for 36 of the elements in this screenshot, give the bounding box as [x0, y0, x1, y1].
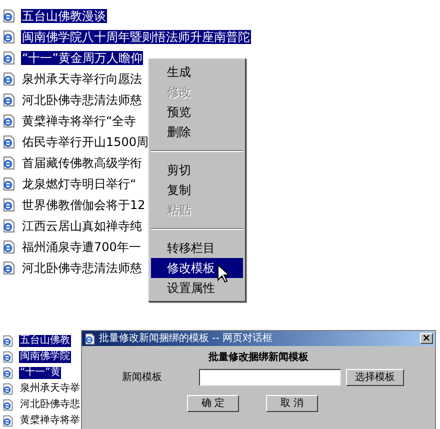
news-title[interactable]: 江西云居山真如禅寺纯	[21, 218, 143, 232]
cancel-button[interactable]: 取 消	[266, 395, 318, 412]
news-title[interactable]: 闽南佛学院	[19, 351, 71, 363]
ok-button[interactable]: 确 定	[187, 395, 239, 412]
dialog-heading: 批量修改捆绑新闻模板	[207, 350, 310, 365]
menu-item[interactable]: 剪切	[151, 160, 243, 180]
menu-item[interactable]: 复制	[151, 180, 243, 200]
news-title[interactable]: “十一”黄金周万人瞻仰	[21, 50, 144, 64]
news-title[interactable]: 河北卧佛寺悲清法师慈	[21, 260, 143, 274]
menu-item[interactable]: 生成	[151, 62, 243, 82]
news-title[interactable]: 首届藏传佛教高级学衔	[21, 156, 143, 170]
news-title[interactable]: 佑民寺举行开山1500周	[21, 134, 150, 148]
news-title[interactable]: “十一”黄	[19, 367, 62, 379]
news-title[interactable]: 福州涌泉寺遭700年一	[21, 240, 142, 254]
dialog-title: 批量修改新闻捆绑的模板 -- 网页对话框	[99, 334, 273, 344]
template-field[interactable]	[199, 369, 341, 386]
news-title[interactable]: 闽南佛学院八十周年暨则悟法师升座南普陀	[21, 30, 251, 44]
news-title[interactable]: 黄檗禅寺将举行“全寺	[21, 114, 138, 128]
news-title[interactable]: 河北卧佛寺悲清法师慈	[21, 92, 143, 106]
field-label: 新闻模板	[122, 370, 163, 385]
document-icon	[84, 332, 96, 344]
news-title[interactable]: 泉州承天寺举	[19, 383, 81, 395]
menu-item[interactable]: 删除	[151, 122, 243, 142]
news-title[interactable]: 五台山佛教漫谈	[21, 8, 107, 22]
news-title[interactable]: 龙泉燃灯寺明日举行“	[21, 176, 138, 190]
news-title[interactable]: 泉州承天寺举行向愿法	[21, 72, 143, 86]
menu-item[interactable]: 设置属性	[151, 278, 243, 298]
news-title[interactable]: 黄檗禅寺将举	[19, 415, 81, 427]
news-title[interactable]: 五台山佛教	[19, 335, 71, 347]
news-title[interactable]: 河北卧佛寺悲	[19, 399, 81, 411]
close-button[interactable]: ×	[420, 333, 433, 344]
menu-item[interactable]: 预览	[151, 102, 243, 122]
news-title[interactable]: 世界佛教僧伽会将于12	[21, 198, 146, 212]
choose-template-button[interactable]: 选择模板	[346, 369, 404, 386]
cursor-icon	[217, 264, 230, 283]
menu-item[interactable]: 转移栏目	[151, 238, 243, 258]
